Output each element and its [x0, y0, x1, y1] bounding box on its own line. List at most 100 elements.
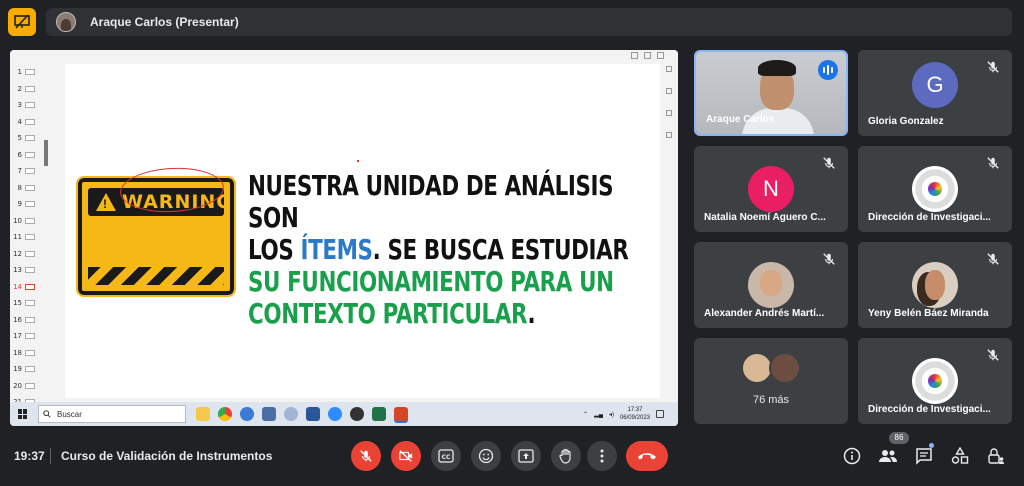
activities-button[interactable] [950, 446, 970, 466]
meeting-title: Curso de Validación de Instrumentos [61, 449, 273, 463]
taskbar-clock[interactable]: 17:37 06/09/2023 [620, 406, 650, 422]
avatar [748, 262, 794, 308]
mic-toggle-button[interactable] [351, 441, 381, 471]
leave-call-button[interactable] [626, 441, 668, 471]
camera-off-icon [399, 450, 413, 462]
participant-tile-araque-carlos[interactable]: Araque Carlos [694, 50, 848, 136]
more-options-button[interactable] [587, 441, 617, 471]
camera-toggle-button[interactable] [391, 441, 421, 471]
media-icon[interactable] [350, 407, 364, 421]
meeting-clock: 19:37 [14, 449, 45, 463]
windows-start-icon[interactable] [18, 409, 28, 419]
app-toolbar [10, 50, 678, 63]
powerpoint-icon[interactable] [394, 407, 408, 421]
browser-icon[interactable] [240, 407, 254, 421]
mic-off-icon [823, 253, 835, 265]
slide-number: 2 [17, 84, 22, 93]
network-icon[interactable]: ▂▄ [594, 411, 603, 418]
slide-line: CONTEXTO PARTICULAR. [248, 298, 536, 330]
participant-name: Alexander Andrés Martí... [704, 308, 825, 319]
mic-off-icon [987, 349, 999, 361]
slide-number: 14 [13, 282, 22, 291]
participant-tile-direccion-investigacion[interactable]: Dirección de Investigaci... [858, 146, 1012, 232]
system-tray: ⌃ ▂▄ ◂) 17:37 06/09/2023 [583, 406, 664, 422]
presentation-icon[interactable] [8, 8, 36, 36]
slide-preview [25, 217, 35, 224]
slide-number: 20 [13, 381, 22, 390]
participant-tile-yeny[interactable]: Yeny Belén Báez Miranda [858, 242, 1012, 328]
participant-name: Natalia Noemí Aguero C... [704, 212, 826, 223]
slide-preview [25, 283, 35, 290]
meeting-details-button[interactable] [842, 446, 862, 466]
svg-text:CC: CC [442, 454, 451, 461]
present-screen-button[interactable] [511, 441, 541, 471]
highlight-word: ÍTEMS [300, 234, 374, 266]
slide-preview [25, 201, 35, 208]
slide-preview [25, 316, 35, 323]
slide-scrollbar[interactable] [666, 66, 674, 406]
host-controls-button[interactable] [986, 446, 1006, 466]
people-icon [879, 450, 897, 462]
more-participants-tile[interactable]: 76 más [694, 338, 848, 424]
hang-up-icon [638, 453, 656, 460]
participant-tile-direccion-investigacion-2[interactable]: Dirección de Investigaci... [858, 338, 1012, 424]
zoom-icon[interactable] [328, 407, 342, 421]
avatar [912, 166, 958, 212]
slide-number: 11 [13, 233, 22, 242]
chrome-icon[interactable] [218, 407, 232, 421]
slide-preview [25, 349, 35, 356]
slide-preview [25, 118, 35, 125]
slide-line: SU FUNCIONAMIENTO PARA UN [248, 266, 614, 298]
r-app-icon[interactable] [284, 407, 298, 421]
people-button[interactable] [878, 446, 898, 466]
participant-tile-gloria-gonzalez[interactable]: G Gloria Gonzalez [858, 50, 1012, 136]
activities-icon [951, 447, 969, 464]
participant-tile-natalia[interactable]: N Natalia Noemí Aguero C... [694, 146, 848, 232]
file-explorer-icon[interactable] [196, 407, 210, 421]
slide-number: 19 [13, 365, 22, 374]
chat-button[interactable] [914, 446, 934, 466]
info-icon [843, 447, 861, 465]
slide-preview [25, 69, 35, 76]
more-participants-label: 76 más [752, 394, 790, 406]
slide-preview [25, 382, 35, 389]
chat-icon [916, 448, 932, 465]
mic-off-icon [987, 253, 999, 265]
participant-name: Yeny Belén Báez Miranda [868, 308, 989, 319]
captions-icon: CC [438, 449, 454, 463]
avatar [912, 358, 958, 404]
participant-tile-alexander[interactable]: Alexander Andrés Martí... [694, 242, 848, 328]
presenter-bar[interactable]: Araque Carlos (Presentar) [46, 8, 1012, 36]
raise-hand-button[interactable] [551, 441, 581, 471]
notification-icon[interactable] [656, 410, 664, 418]
thumbnail-scrollbar[interactable] [44, 70, 50, 410]
avatar [56, 12, 76, 32]
reactions-button[interactable] [471, 441, 501, 471]
slide-number: 5 [17, 134, 22, 143]
divider [50, 448, 51, 464]
mic-off-icon [823, 157, 835, 169]
avatar [912, 262, 958, 308]
word-icon[interactable] [306, 407, 320, 421]
lock-person-icon [988, 448, 1004, 464]
participant-name: Gloria Gonzalez [868, 116, 944, 127]
search-icon [43, 410, 51, 418]
slide-preview [25, 333, 35, 340]
more-vertical-icon [600, 449, 604, 463]
slide-preview [25, 135, 35, 142]
chevron-up-icon[interactable]: ⌃ [583, 411, 588, 418]
slide-number: 16 [13, 315, 22, 324]
slide-preview [25, 151, 35, 158]
captions-button[interactable]: CC [431, 441, 461, 471]
slide-preview [25, 234, 35, 241]
excel-icon[interactable] [372, 407, 386, 421]
volume-icon[interactable]: ◂) [609, 411, 614, 418]
hazard-stripes [88, 267, 224, 285]
slide-canvas: WARNING NUESTRA UNIDAD DE ANÁLISIS SON L… [65, 64, 660, 398]
slide-number: 10 [13, 216, 22, 225]
taskbar-search[interactable]: Buscar [38, 405, 186, 423]
mic-off-icon [987, 157, 999, 169]
network-app-icon[interactable] [262, 407, 276, 421]
slide-number: 3 [17, 101, 22, 110]
speaking-indicator-icon [818, 60, 838, 80]
